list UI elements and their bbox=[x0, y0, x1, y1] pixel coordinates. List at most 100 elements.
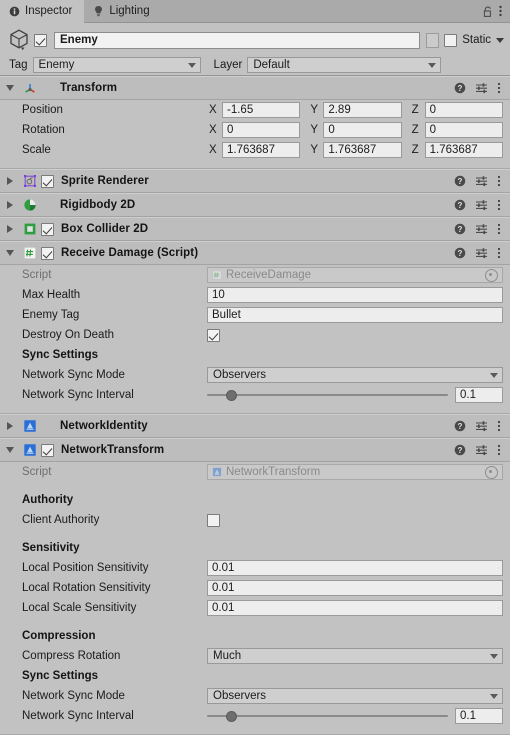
preset-icon[interactable] bbox=[475, 82, 488, 94]
slider-track-area[interactable] bbox=[207, 709, 448, 723]
component-enabled-checkbox-box-collider-2d[interactable] bbox=[41, 222, 54, 236]
property-row: Scale X 1.763687 Y 1.763687 Z 1.763687 bbox=[0, 140, 510, 160]
property-checkbox[interactable] bbox=[207, 513, 220, 527]
vector3-input-x[interactable]: -1.65 bbox=[222, 102, 301, 118]
vector3-input-x[interactable]: 0 bbox=[222, 122, 301, 138]
cube-icon[interactable] bbox=[4, 28, 34, 52]
chevron-down-icon[interactable] bbox=[496, 37, 504, 43]
dropdown-field[interactable]: Observers bbox=[207, 688, 503, 704]
gameobject-name-input[interactable]: Enemy bbox=[54, 31, 421, 49]
tab-lighting[interactable]: Lighting bbox=[84, 0, 161, 22]
slider-value-input[interactable]: 0.1 bbox=[455, 387, 503, 403]
dropdown-field[interactable]: Much bbox=[207, 648, 503, 664]
foldout-toggle-rigidbody-2d[interactable] bbox=[0, 201, 20, 209]
help-icon[interactable]: ? bbox=[454, 223, 466, 235]
vector3-input-y[interactable]: 2.89 bbox=[323, 102, 402, 118]
component-header-network-transform[interactable]: NetworkTransform? bbox=[0, 438, 510, 462]
slider-track bbox=[207, 394, 448, 396]
text-input[interactable]: 10 bbox=[207, 287, 503, 303]
vector3-input-y[interactable]: 0 bbox=[323, 122, 402, 138]
preset-icon[interactable] bbox=[475, 247, 488, 259]
foldout-toggle-network-transform[interactable] bbox=[0, 447, 20, 453]
object-field[interactable]: NetworkTransform bbox=[207, 464, 503, 480]
help-icon[interactable]: ? bbox=[454, 247, 466, 259]
component-title-receive-damage: Receive Damage (Script) bbox=[61, 247, 199, 259]
foldout-toggle-receive-damage[interactable] bbox=[0, 250, 20, 256]
object-picker-icon[interactable] bbox=[485, 465, 498, 479]
tab-bar: Inspector Lighting bbox=[0, 0, 510, 23]
property-row: Script ReceiveDamage bbox=[0, 265, 510, 285]
property-label: Scale bbox=[22, 144, 51, 156]
text-input[interactable]: 0.01 bbox=[207, 560, 503, 576]
vector3-input-x[interactable]: 1.763687 bbox=[222, 142, 301, 158]
component-header-rigidbody-2d[interactable]: Rigidbody 2D? bbox=[0, 193, 510, 217]
slider-value-input[interactable]: 0.1 bbox=[455, 708, 503, 724]
dropdown-field[interactable]: Observers bbox=[207, 367, 503, 383]
kebab-menu-icon[interactable] bbox=[498, 4, 503, 18]
component-header-actions: ? bbox=[454, 223, 510, 235]
property-checkbox[interactable] bbox=[207, 328, 220, 342]
static-spacer bbox=[426, 32, 440, 48]
slider-field: 0.1 bbox=[207, 387, 510, 403]
kebab-menu-icon[interactable] bbox=[497, 223, 501, 235]
component-header-box-collider-2d[interactable]: Box Collider 2D? bbox=[0, 217, 510, 241]
component-header-sprite-renderer[interactable]: Sprite Renderer? bbox=[0, 169, 510, 193]
rigidbody-2d-icon bbox=[20, 198, 40, 212]
text-input[interactable]: 0.01 bbox=[207, 580, 503, 596]
chevron-down-icon bbox=[490, 693, 498, 699]
kebab-menu-icon[interactable] bbox=[497, 420, 501, 432]
object-picker-icon[interactable] bbox=[485, 268, 498, 282]
vector3-input-y[interactable]: 1.763687 bbox=[323, 142, 402, 158]
inspector-window: Inspector Lighting Enemy Static Tag Enem… bbox=[0, 0, 510, 735]
kebab-menu-icon[interactable] bbox=[497, 82, 501, 94]
preset-icon[interactable] bbox=[475, 175, 488, 187]
preset-icon[interactable] bbox=[475, 444, 488, 456]
component-header-actions: ? bbox=[454, 444, 510, 456]
help-icon[interactable]: ? bbox=[454, 444, 466, 456]
vector3-input-z[interactable]: 0 bbox=[424, 122, 503, 138]
help-icon[interactable]: ? bbox=[454, 82, 466, 94]
chevron-down-icon bbox=[187, 62, 196, 68]
help-icon[interactable]: ? bbox=[454, 175, 466, 187]
foldout-toggle-box-collider-2d[interactable] bbox=[0, 225, 20, 233]
preset-icon[interactable] bbox=[475, 420, 488, 432]
component-enabled-checkbox-receive-damage[interactable] bbox=[41, 246, 54, 260]
gameobject-enabled-checkbox[interactable] bbox=[34, 33, 47, 47]
slider-track-area[interactable] bbox=[207, 388, 448, 402]
row-spacer bbox=[0, 618, 510, 626]
info-icon bbox=[9, 6, 20, 17]
vector3-value-z: 0 bbox=[429, 124, 437, 136]
foldout-toggle-sprite-renderer[interactable] bbox=[0, 177, 20, 185]
vector3-input-z[interactable]: 1.763687 bbox=[424, 142, 503, 158]
kebab-menu-icon[interactable] bbox=[497, 199, 501, 211]
foldout-toggle-transform[interactable] bbox=[0, 85, 20, 91]
chevron-down-icon bbox=[428, 62, 437, 68]
property-label: Enemy Tag bbox=[22, 309, 80, 321]
component-enabled-checkbox-network-transform[interactable] bbox=[41, 443, 54, 457]
help-icon[interactable]: ? bbox=[454, 199, 466, 211]
text-input[interactable]: 0.01 bbox=[207, 600, 503, 616]
foldout-toggle-network-identity[interactable] bbox=[0, 422, 20, 430]
component-header-network-identity[interactable]: NetworkIdentity? bbox=[0, 414, 510, 438]
tag-dropdown[interactable]: Enemy bbox=[32, 57, 201, 73]
text-input[interactable]: Bullet bbox=[207, 307, 503, 323]
layer-dropdown[interactable]: Default bbox=[247, 57, 442, 73]
kebab-menu-icon[interactable] bbox=[497, 247, 501, 259]
kebab-menu-icon[interactable] bbox=[497, 444, 501, 456]
component-header-receive-damage[interactable]: Receive Damage (Script)? bbox=[0, 241, 510, 265]
object-field[interactable]: ReceiveDamage bbox=[207, 267, 503, 283]
property-label: Local Position Sensitivity bbox=[22, 562, 149, 574]
property-label: Network Sync Mode bbox=[22, 690, 125, 702]
tab-inspector[interactable]: Inspector bbox=[0, 0, 85, 23]
kebab-menu-icon[interactable] bbox=[497, 175, 501, 187]
preset-icon[interactable] bbox=[475, 223, 488, 235]
component-header-transform[interactable]: Transform? bbox=[0, 76, 510, 100]
static-checkbox[interactable] bbox=[444, 33, 458, 47]
lock-open-icon[interactable] bbox=[482, 5, 494, 18]
vector3-input-z[interactable]: 0 bbox=[424, 102, 503, 118]
component-enabled-checkbox-sprite-renderer[interactable] bbox=[41, 174, 54, 188]
help-icon[interactable]: ? bbox=[454, 420, 466, 432]
preset-icon[interactable] bbox=[475, 199, 488, 211]
triangle-right-icon bbox=[7, 225, 13, 233]
slider-knob[interactable] bbox=[226, 389, 238, 401]
